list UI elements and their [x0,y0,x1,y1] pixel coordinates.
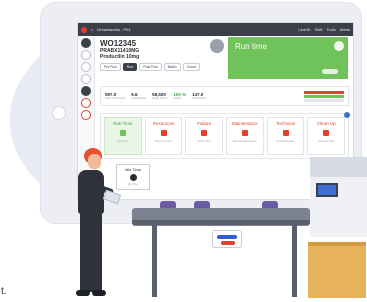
count-button[interactable]: Count [182,63,200,71]
tile-label: Failure [197,121,212,126]
stats-row: 597.0 Total Good Output 6.6 Actual Speed 5… [100,86,349,106]
batch-button[interactable]: Batch [163,63,181,71]
tile-sub: Run Time [117,140,129,143]
alert-icon[interactable] [81,98,91,108]
stat-good-output: 597.0 Total Good Output [105,92,126,100]
tile-label: Maintenance [231,121,258,126]
settings-icon[interactable] [81,86,91,96]
tile-technical[interactable]: Technical Technical Failure [266,117,305,155]
status-bars [304,90,344,102]
post-run-button[interactable]: Post Run [139,63,162,71]
workbench-front [132,220,310,225]
edit-icon[interactable] [210,39,224,53]
handheld-tablet [102,189,122,205]
run-time-toggle[interactable] [322,69,338,74]
run-time-title: Run time [235,42,268,51]
state-tiles: Run Time Run Time Resources Resource Tim… [100,113,349,159]
topbar-item-alerts[interactable]: Alerts [340,27,350,32]
tile-maintenance[interactable]: Maintenance Planned Maintenance [226,117,264,155]
app-logo [81,26,87,33]
menu-icon-3[interactable] [81,74,91,84]
topbar-item-tools[interactable]: Tools [326,27,335,32]
work-order-number: WO12345 [100,39,137,48]
stat-actual-speed: 6.6 Actual Speed [131,92,147,100]
run-time-edit-icon[interactable] [334,41,344,51]
pre-run-button[interactable]: Pre Run [100,63,121,71]
tile-label: Idle Time [124,167,142,172]
status-bar-red [304,90,344,94]
status-bar-grey [304,98,344,102]
breadcrumb[interactable]: Dreamworks - Ph1 [97,27,130,32]
device-stripe [217,235,237,239]
user-icon[interactable] [81,38,91,48]
topbar-item-shift[interactable]: Shift [314,27,322,32]
stat-run-duration: 147.0 Run Duration [192,92,207,100]
app-topbar: ⌂ Dreamworks - Ph1 Line10 Shift Tools Al… [78,23,353,36]
workbench-leg [292,225,297,297]
tablet-home-button [52,106,66,120]
tile-failure[interactable]: Failure Failure Time [185,117,224,155]
menu-icon-1[interactable] [81,50,91,60]
tile-label: Run Time [113,121,133,126]
machine-top [310,157,367,177]
tile-sub: Idle Time [127,183,139,186]
run-button[interactable]: Run [122,63,138,71]
hourglass-icon [160,130,167,136]
device-stripe [221,241,235,245]
operator-shoe [76,290,90,296]
tile-sub: Resource Time [155,140,172,143]
status-bar-green [304,94,344,98]
tile-clean-up[interactable]: Clean Up Clean Up Time [307,117,346,155]
tile-sub: Failure Time [197,140,212,143]
home-icon[interactable]: ⌂ [91,27,93,32]
stat-quality: 100 % Quality [173,92,187,100]
operator-shoe [92,290,106,296]
tile-resources[interactable]: Resources Resource Time [144,117,183,155]
tile-sub: Planned Maintenance [232,140,257,143]
cardboard-box [308,246,366,298]
operator-head [88,154,101,169]
product-name: Productlin 10mg [100,54,140,60]
caption-text: t. [1,286,7,297]
play-icon [119,130,126,136]
operator-body [78,170,104,214]
production-machine [310,157,367,237]
menu-icon-2[interactable] [81,62,91,72]
operator-legs [80,212,102,292]
phase-buttons: Pre Run Run Post Run Batch Count [100,63,228,71]
tile-sub: Clean Up Time [317,140,335,143]
stat-target-output: 58,600 Target Output [152,92,168,100]
info-icon[interactable] [344,112,350,118]
machine-screen [316,183,338,197]
broom-icon [323,130,330,136]
workbench-leg [152,225,157,297]
work-order-header: WO12345 PRABX11410MG Productlin 10mg Pre… [100,39,228,89]
pause-icon [129,174,137,181]
tile-sub: Technical Failure [276,140,295,143]
gear-icon [282,130,289,136]
topbar-item-line[interactable]: Line10 [298,27,310,32]
wrench-icon [241,130,248,136]
failure-icon [201,130,208,136]
stop-icon[interactable] [81,110,91,120]
scanner-device [212,230,242,248]
tile-label: Resources [152,121,175,126]
run-time-card: Run time [228,37,348,79]
tile-label: Clean Up [316,121,336,126]
operator-figure [62,148,122,300]
tile-label: Technical [276,121,295,126]
